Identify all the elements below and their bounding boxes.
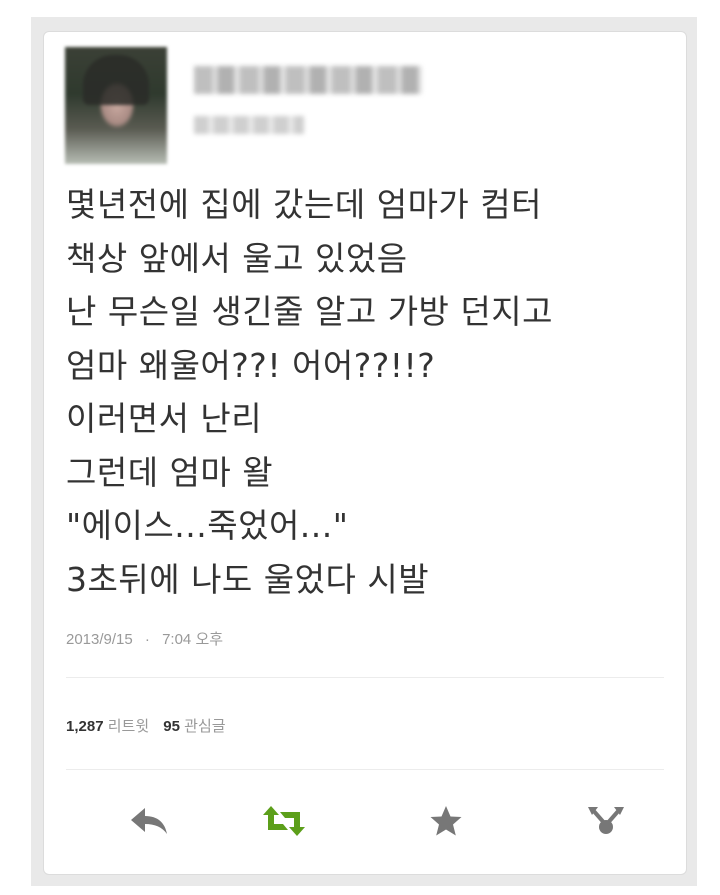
retweets-stat[interactable]: 1,287 리트윗: [66, 718, 153, 735]
timestamp-date: 2013/9/15: [66, 631, 133, 648]
reply-button[interactable]: [124, 796, 174, 846]
favorite-button[interactable]: [421, 796, 471, 846]
tweet-line: 이러면서 난리: [66, 399, 263, 438]
avatar[interactable]: [65, 47, 167, 164]
tweet-container: 몇년전에 집에 갔는데 엄마가 컴터 책상 앞에서 울고 있었음 난 무슨일 생…: [31, 17, 697, 886]
reply-icon: [131, 808, 167, 834]
timestamp-time: 7:04 오후: [162, 631, 224, 648]
tweet-line: 난 무슨일 생긴줄 알고 가방 던지고: [66, 292, 553, 331]
tweet-line: 몇년전에 집에 갔는데 엄마가 컴터: [66, 185, 542, 224]
tweet-text: 몇년전에 집에 갔는데 엄마가 컴터 책상 앞에서 울고 있었음 난 무슨일 생…: [66, 178, 676, 606]
tweet-line: 책상 앞에서 울고 있었음: [66, 238, 408, 278]
more-button[interactable]: [581, 796, 631, 846]
blurred-display-name[interactable]: [194, 66, 422, 94]
retweet-button[interactable]: [259, 796, 309, 846]
share-icon: [588, 807, 624, 834]
tweet-line: 3초뒤에 나도 울었다 시발: [66, 559, 430, 599]
timestamp-separator: ·: [144, 631, 150, 648]
tweet-actions: [44, 796, 686, 856]
star-icon: [430, 806, 462, 836]
tweet-card: 몇년전에 집에 갔는데 엄마가 컴터 책상 앞에서 울고 있었음 난 무슨일 생…: [43, 31, 687, 875]
retweet-icon: [263, 806, 305, 836]
retweets-label: 리트윗: [107, 718, 150, 735]
favorites-count: 95: [163, 718, 180, 735]
tweet-stats: 1,287 리트윗 95 관심글: [66, 715, 226, 736]
tweet-line: "에이스...죽었어...": [66, 506, 349, 545]
favorites-stat[interactable]: 95 관심글: [163, 718, 225, 735]
divider: [66, 769, 664, 770]
divider: [66, 677, 664, 678]
tweet-line: 엄마 왜울어??! 어어??!!?: [66, 345, 436, 385]
tweet-timestamp[interactable]: 2013/9/15 · 7:04 오후: [66, 628, 223, 649]
favorites-label: 관심글: [184, 718, 226, 735]
retweets-count: 1,287: [66, 718, 104, 735]
blurred-username[interactable]: [194, 116, 304, 134]
tweet-line: 그런데 엄마 왈: [66, 452, 274, 492]
